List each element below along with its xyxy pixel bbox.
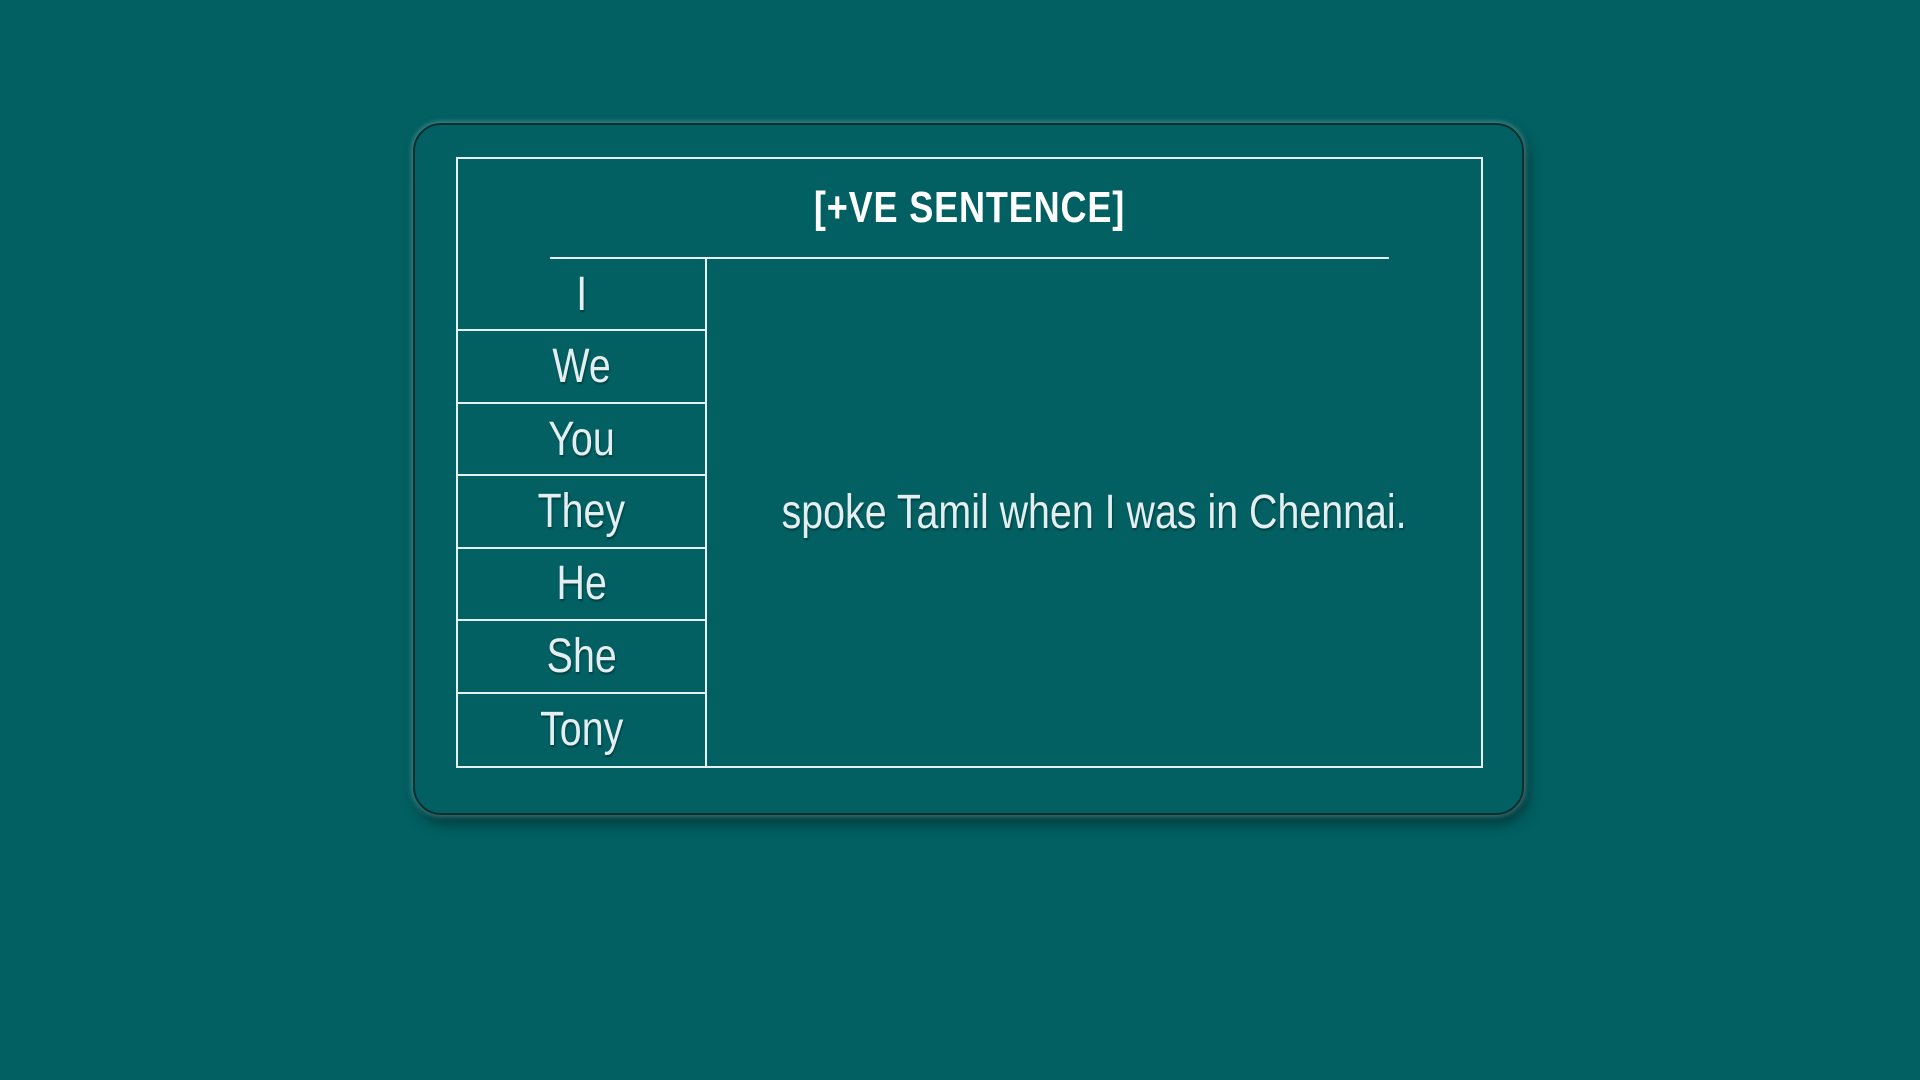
subject-cell: I xyxy=(458,259,707,332)
subject-text: We xyxy=(552,340,611,394)
subject-cell: Tony xyxy=(458,693,707,766)
subject-cell: They xyxy=(458,476,707,549)
subject-cell: You xyxy=(458,403,707,477)
sentence-table: [+VE SENTENCE] I We You They He She Tony… xyxy=(456,157,1483,768)
subject-cell: He xyxy=(458,548,707,622)
subject-cell: She xyxy=(458,621,707,694)
subject-cell: We xyxy=(458,331,707,404)
subject-text: He xyxy=(556,557,607,611)
predicate-text: spoke Tamil when I was in Chennai. xyxy=(781,486,1407,539)
subject-text: I xyxy=(576,267,587,321)
predicate-cell: spoke Tamil when I was in Chennai. xyxy=(707,259,1481,766)
table-header: [+VE SENTENCE] xyxy=(550,159,1389,259)
subject-text: You xyxy=(548,412,615,466)
subject-text: Tony xyxy=(539,703,624,757)
subject-text: She xyxy=(546,629,617,683)
subject-text: They xyxy=(537,484,626,538)
